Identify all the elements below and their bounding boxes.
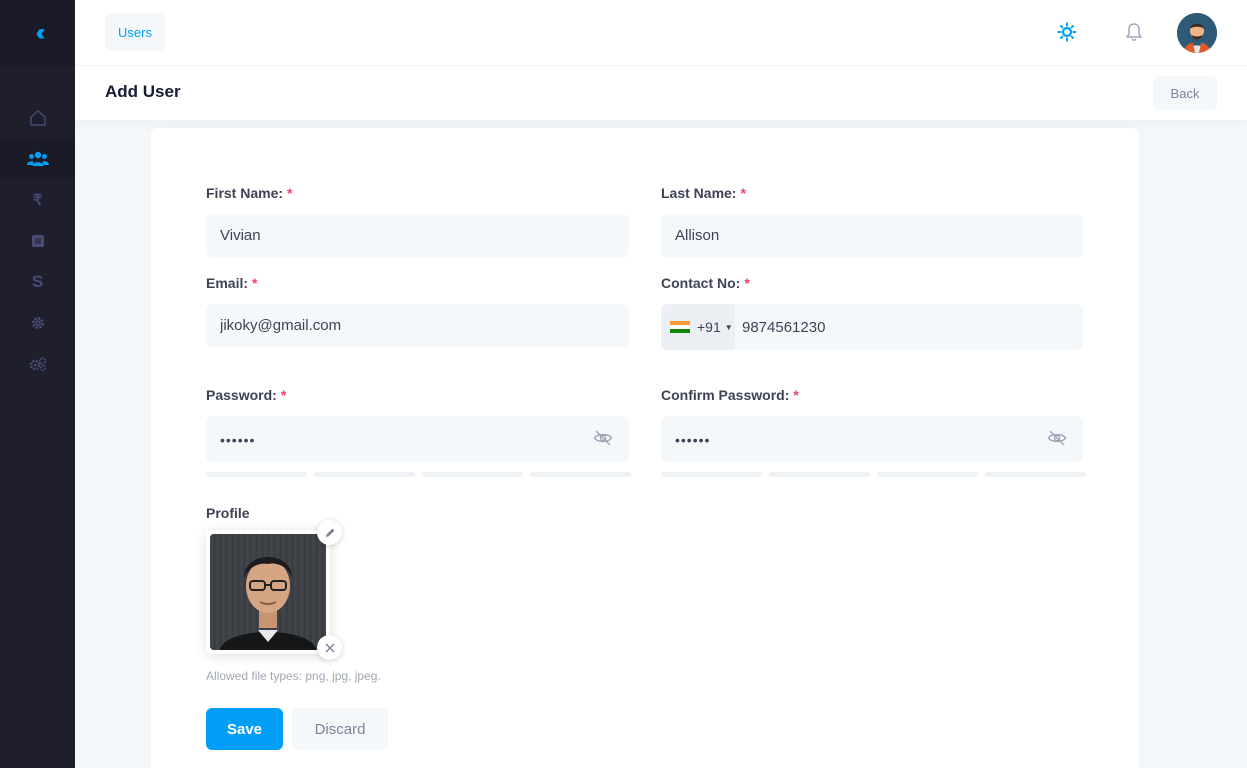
page-toolbar: Add User Back bbox=[75, 66, 1247, 120]
sidebar-item-rupee[interactable]: ₹ bbox=[0, 179, 75, 220]
required-marker: * bbox=[793, 387, 799, 403]
top-header: Users bbox=[75, 0, 1247, 66]
edit-profile-button[interactable] bbox=[317, 520, 342, 545]
sidebar-nav: ₹ S bbox=[0, 97, 75, 384]
contact-label-text: Contact No: bbox=[661, 275, 741, 291]
contact-field: +91 ▼ bbox=[661, 304, 1083, 350]
required-marker: * bbox=[740, 185, 746, 201]
password-label: Password: * bbox=[206, 386, 286, 404]
profile-label: Profile bbox=[206, 504, 250, 522]
dial-code: +91 bbox=[697, 319, 721, 335]
remove-profile-button[interactable] bbox=[317, 635, 342, 660]
email-label: Email: * bbox=[206, 274, 257, 292]
pencil-icon bbox=[325, 528, 334, 537]
profile-image-preview bbox=[206, 530, 330, 654]
sidebar-item-home[interactable] bbox=[0, 97, 75, 138]
close-icon bbox=[324, 642, 335, 653]
password-value: •••••• bbox=[220, 432, 256, 448]
square-icon bbox=[31, 234, 44, 247]
india-flag-icon bbox=[670, 320, 690, 334]
breadcrumb-users[interactable]: Users bbox=[105, 13, 165, 51]
required-marker: * bbox=[280, 387, 287, 403]
gears-icon bbox=[29, 356, 46, 371]
confirm-password-label: Confirm Password: * bbox=[661, 386, 799, 404]
confirm-password-label-text: Confirm Password: bbox=[661, 387, 790, 403]
caret-down-icon: ▼ bbox=[724, 322, 733, 332]
file-type-hint: Allowed file types: png, jpg, jpeg. bbox=[206, 669, 381, 683]
theme-toggle-sun-icon[interactable] bbox=[1053, 18, 1081, 46]
user-avatar[interactable] bbox=[1177, 13, 1217, 53]
contact-number-input[interactable] bbox=[735, 304, 1083, 350]
email-label-text: Email: bbox=[206, 275, 249, 291]
required-marker: * bbox=[287, 185, 293, 201]
password-label-text: Password: bbox=[206, 387, 277, 403]
dollar-icon: S bbox=[31, 271, 44, 291]
add-user-form-card: First Name:* Last Name:* Email:* Contact… bbox=[151, 128, 1139, 768]
page-title: Add User bbox=[105, 82, 181, 101]
required-marker: * bbox=[252, 275, 258, 291]
sidebar-item-reports[interactable] bbox=[0, 220, 75, 261]
profile-label-text: Profile bbox=[206, 505, 250, 521]
eye-slash-icon[interactable] bbox=[1047, 429, 1067, 447]
sidebar-item-dollar[interactable]: S bbox=[0, 261, 75, 302]
first-name-input[interactable] bbox=[206, 214, 629, 257]
country-code-select[interactable]: +91 ▼ bbox=[661, 304, 735, 350]
discard-button[interactable]: Discard bbox=[292, 708, 388, 750]
eye-slash-icon[interactable] bbox=[593, 429, 613, 447]
confirm-password-input[interactable]: •••••• bbox=[661, 416, 1083, 462]
required-marker: * bbox=[744, 275, 750, 291]
rupee-icon: ₹ bbox=[32, 191, 43, 209]
first-name-label-text: First Name: bbox=[206, 185, 284, 201]
sidebar-header: ‹‹ bbox=[0, 0, 75, 66]
save-button[interactable]: Save bbox=[206, 708, 283, 750]
profile-photo bbox=[210, 534, 326, 650]
password-strength-meter bbox=[206, 472, 631, 477]
last-name-label: Last Name: * bbox=[661, 184, 746, 202]
sidebar: ‹‹ ₹ S bbox=[0, 0, 75, 768]
sidebar-item-users[interactable] bbox=[0, 138, 75, 179]
last-name-label-text: Last Name: bbox=[661, 185, 737, 201]
email-input[interactable] bbox=[206, 304, 629, 347]
notification-bell-icon[interactable] bbox=[1120, 18, 1148, 46]
contact-label: Contact No: * bbox=[661, 274, 750, 292]
users-icon bbox=[26, 151, 49, 166]
confirm-password-value: •••••• bbox=[675, 432, 711, 448]
last-name-input[interactable] bbox=[661, 214, 1083, 257]
gear-icon bbox=[31, 316, 44, 329]
collapse-sidebar-icon[interactable]: ‹‹ bbox=[36, 21, 46, 45]
first-name-label: First Name: * bbox=[206, 184, 292, 202]
back-button[interactable]: Back bbox=[1153, 76, 1217, 110]
password-input[interactable]: •••••• bbox=[206, 416, 629, 462]
sidebar-item-config[interactable] bbox=[0, 343, 75, 384]
home-icon bbox=[29, 109, 46, 126]
sidebar-item-settings[interactable] bbox=[0, 302, 75, 343]
confirm-password-strength-meter bbox=[661, 472, 1086, 477]
